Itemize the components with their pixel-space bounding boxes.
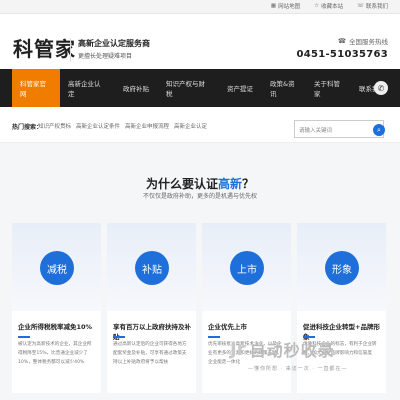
badge-icon: 补贴 bbox=[135, 251, 169, 285]
card-accent-bar bbox=[113, 336, 125, 338]
card-text: 通过高新认定后的企业可获得各地方配套奖金及补贴，可享有通过政策支持以上补贴政府将… bbox=[113, 342, 187, 365]
hotline-number: 0451-51035763 bbox=[296, 49, 388, 60]
watermark-mark-icon: Jr bbox=[230, 338, 246, 360]
logo[interactable]: 科管家 bbox=[13, 33, 76, 62]
hotline-label: ☎ 全国服务热线 bbox=[337, 37, 388, 46]
main-nav: 科管家官网 高新企业认定 政府补贴 知识产权与财税 资产提证 政策&资讯 关于科… bbox=[0, 69, 400, 107]
top-bar: ▦ 网站地图 ☆ 收藏本站 ☏ 联系我们 bbox=[0, 0, 400, 14]
badge-icon: 形象 bbox=[325, 251, 359, 285]
badge-icon: 上市 bbox=[230, 251, 264, 285]
card-header: 补贴 bbox=[107, 223, 196, 311]
section-subtitle: 不仅仅是政府补助，更多的是机遇与优先权 bbox=[142, 193, 257, 200]
watermark-sub: —懂你所想 · 来访一次 · 一直都在— bbox=[248, 366, 348, 372]
hot-search-item[interactable]: 高新企业申报流程 bbox=[125, 122, 169, 130]
sitemap-link[interactable]: ▦ 网站地图 bbox=[271, 2, 300, 10]
card-title: 企业优先上市 bbox=[208, 323, 247, 331]
phone-icon[interactable]: ✆ bbox=[374, 81, 388, 95]
card-title: 企业所得税税率减免10% bbox=[18, 323, 93, 331]
card-subsidy[interactable]: 补贴 享有百万以上政府扶持及补贴 通过高新认定后的企业可获得各地方配套奖金及补贴… bbox=[107, 223, 196, 393]
hot-search-item[interactable]: 高新企业认定条件 bbox=[76, 122, 120, 130]
contact-link[interactable]: ☏ 联系我们 bbox=[357, 2, 388, 10]
nav-item-home[interactable]: 科管家官网 bbox=[12, 69, 60, 107]
card-header: 形象 bbox=[297, 223, 386, 311]
nav-item-assets[interactable]: 资产提证 bbox=[218, 69, 262, 107]
card-header: 上市 bbox=[202, 223, 291, 311]
bookmark-link[interactable]: ☆ 收藏本站 bbox=[314, 2, 343, 10]
hot-search-item[interactable]: 知识产权贯标 bbox=[38, 122, 71, 130]
card-accent-bar bbox=[18, 336, 30, 338]
watermark-logo: 自动秒收录 bbox=[249, 341, 335, 360]
card-tax[interactable]: 减税 企业所得税税率减免10% 被认定为高新技术的企业，其企业所得税降至15%，… bbox=[12, 223, 101, 393]
search-icon[interactable]: ⌕ bbox=[373, 124, 385, 136]
nav-item-about[interactable]: 关于科管家 bbox=[306, 69, 350, 107]
slogan-main: 高新企业认定服务商 bbox=[78, 39, 150, 48]
phone-icon: ☎ bbox=[337, 37, 346, 45]
top-links: ▦ 网站地图 ☆ 收藏本站 ☏ 联系我们 bbox=[271, 2, 388, 10]
hot-search-item[interactable]: 高新企业认定 bbox=[174, 122, 207, 130]
slogan-sub: 更擅长处理疑难项目 bbox=[78, 53, 133, 60]
card-accent-bar bbox=[208, 336, 220, 338]
card-title: 享有百万以上政府扶持及补贴 bbox=[113, 323, 191, 341]
watermark: Jr 自动秒收录 bbox=[230, 334, 386, 364]
card-header: 减税 bbox=[12, 223, 101, 311]
badge-icon: 减税 bbox=[40, 251, 74, 285]
section-title: 为什么要认证高新？ bbox=[145, 177, 255, 191]
nav-item-subsidy[interactable]: 政府补贴 bbox=[114, 69, 158, 107]
card-text: 被认定为高新技术的企业，其企业所得税降至15%，比普通企业减少了10%，整体税务… bbox=[18, 342, 92, 365]
nav-item-hightech[interactable]: 高新企业认定 bbox=[60, 69, 114, 107]
hot-search-list: 知识产权贯标 高新企业认定条件 高新企业申报流程 高新企业认定 bbox=[38, 122, 207, 130]
header: 科管家 高新企业认定服务商 更擅长处理疑难项目 ☎ 全国服务热线 0451-510… bbox=[0, 14, 400, 69]
nav-item-ip-tax[interactable]: 知识产权与财税 bbox=[158, 69, 218, 107]
nav-item-policy[interactable]: 政策&资讯 bbox=[262, 69, 306, 107]
header-divider bbox=[70, 38, 71, 62]
search-input[interactable]: 请输入关键词 bbox=[294, 120, 384, 138]
search-row: 热门搜索： 知识产权贯标 高新企业认定条件 高新企业申报流程 高新企业认定 请输… bbox=[0, 107, 400, 143]
